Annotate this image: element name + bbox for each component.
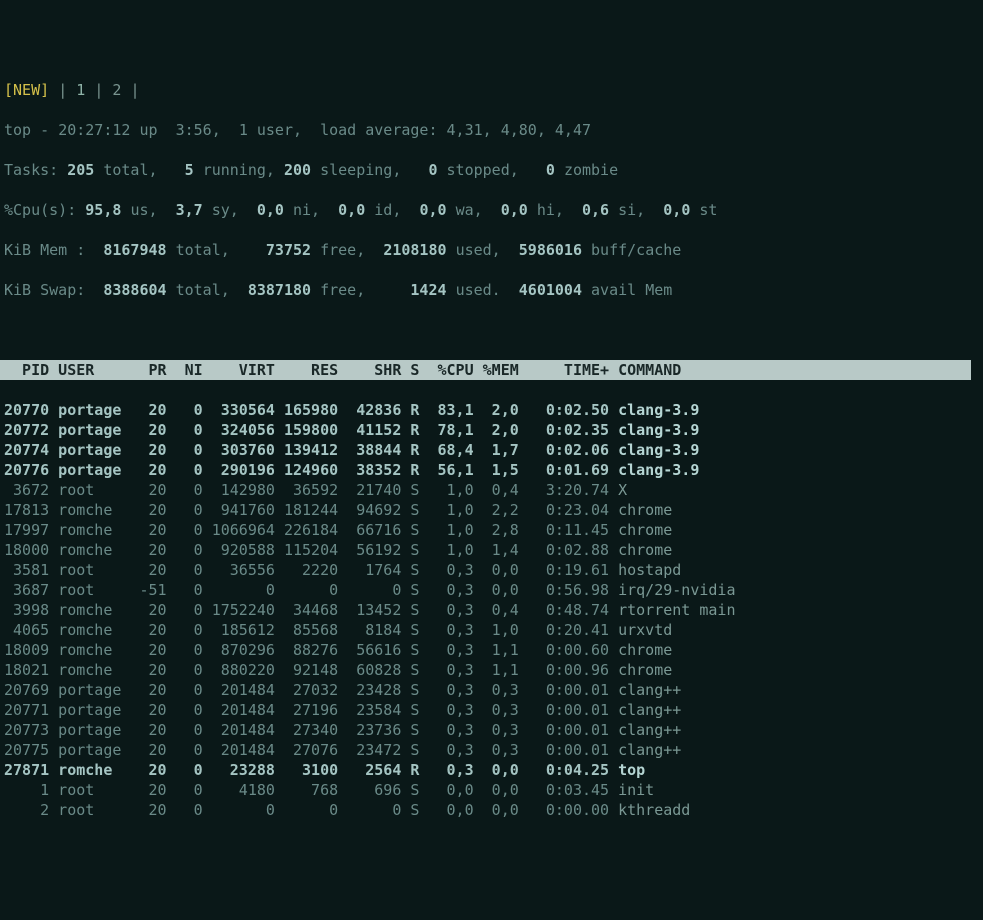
process-row: 20771 portage 20 0 201484 27196 23584 S …: [0, 700, 983, 720]
tab-sep: |: [130, 81, 139, 99]
tab-sep: |: [94, 81, 103, 99]
process-command: chrome: [618, 641, 672, 659]
process-command: rtorrent main: [618, 601, 735, 619]
process-row: 20774 portage 20 0 303760 139412 38844 R…: [0, 440, 983, 460]
blank-line: [0, 320, 983, 340]
top-summary: top - 20:27:12 up 3:56, 1 user, load ave…: [0, 120, 983, 140]
process-command: clang-3.9: [618, 441, 699, 459]
process-command: kthreadd: [618, 801, 690, 819]
process-command: X: [618, 481, 627, 499]
process-row: 3687 root -51 0 0 0 0 S 0,3 0,0 0:56.98 …: [0, 580, 983, 600]
tab-bar: [NEW] | 1 | 2 |: [0, 80, 983, 100]
process-list: 20770 portage 20 0 330564 165980 42836 R…: [0, 400, 983, 820]
process-command: clang-3.9: [618, 461, 699, 479]
process-row: 20775 portage 20 0 201484 27076 23472 S …: [0, 740, 983, 760]
process-row: 2 root 20 0 0 0 0 S 0,0 0,0 0:00.00 kthr…: [0, 800, 983, 820]
process-row: 17813 romche 20 0 941760 181244 94692 S …: [0, 500, 983, 520]
process-command: clang-3.9: [618, 421, 699, 439]
process-command: clang++: [618, 701, 681, 719]
process-row: 17997 romche 20 0 1066964 226184 66716 S…: [0, 520, 983, 540]
process-command: clang-3.9: [618, 401, 699, 419]
process-row: 18000 romche 20 0 920588 115204 56192 S …: [0, 540, 983, 560]
process-row: 3581 root 20 0 36556 2220 1764 S 0,3 0,0…: [0, 560, 983, 580]
process-row: 20773 portage 20 0 201484 27340 23736 S …: [0, 720, 983, 740]
process-command: init: [618, 781, 654, 799]
swap-line: KiB Swap: 8388604 total, 8387180 free, 1…: [0, 280, 983, 300]
process-row: 4065 romche 20 0 185612 85568 8184 S 0,3…: [0, 620, 983, 640]
tab-new[interactable]: [NEW]: [4, 81, 49, 99]
process-row: 20772 portage 20 0 324056 159800 41152 R…: [0, 420, 983, 440]
process-row: 18021 romche 20 0 880220 92148 60828 S 0…: [0, 660, 983, 680]
process-row: 20776 portage 20 0 290196 124960 38352 R…: [0, 460, 983, 480]
process-command: top: [618, 761, 645, 779]
process-command: chrome: [618, 541, 672, 559]
tab-1[interactable]: 1: [67, 81, 94, 99]
process-header: PID USER PR NI VIRT RES SHR S %CPU %MEM …: [0, 360, 971, 380]
process-command: chrome: [618, 521, 672, 539]
tab-sep: |: [58, 81, 67, 99]
process-row: 27871 romche 20 0 23288 3100 2564 R 0,3 …: [0, 760, 983, 780]
process-row: 18009 romche 20 0 870296 88276 56616 S 0…: [0, 640, 983, 660]
process-row: 20769 portage 20 0 201484 27032 23428 S …: [0, 680, 983, 700]
process-row: 1 root 20 0 4180 768 696 S 0,0 0,0 0:03.…: [0, 780, 983, 800]
tasks-line: Tasks: 205 total, 5 running, 200 sleepin…: [0, 160, 983, 180]
process-command: clang++: [618, 681, 681, 699]
process-command: chrome: [618, 661, 672, 679]
cpu-line: %Cpu(s): 95,8 us, 3,7 sy, 0,0 ni, 0,0 id…: [0, 200, 983, 220]
process-command: clang++: [618, 721, 681, 739]
process-row: 3672 root 20 0 142980 36592 21740 S 1,0 …: [0, 480, 983, 500]
process-command: clang++: [618, 741, 681, 759]
process-command: urxvtd: [618, 621, 672, 639]
process-row: 20770 portage 20 0 330564 165980 42836 R…: [0, 400, 983, 420]
tab-2[interactable]: 2: [103, 81, 130, 99]
process-command: hostapd: [618, 561, 681, 579]
process-command: chrome: [618, 501, 672, 519]
mem-line: KiB Mem : 8167948 total, 73752 free, 210…: [0, 240, 983, 260]
process-row: 3998 romche 20 0 1752240 34468 13452 S 0…: [0, 600, 983, 620]
